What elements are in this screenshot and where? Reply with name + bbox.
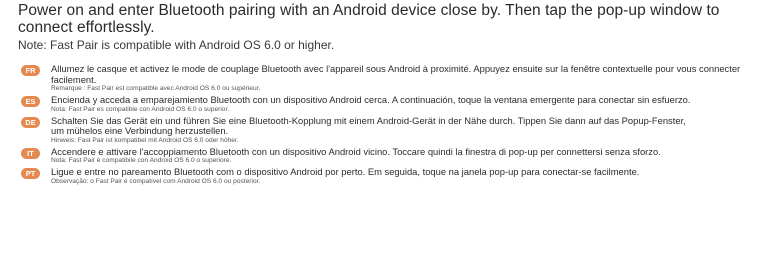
note-text-it: Nota: Fast Pair è compatibile con Androi… [51,157,232,164]
language-block-de: DE Schalten Sie das Gerät ein und führen… [18,114,696,145]
language-badge-de: DE [21,116,40,128]
instruction-text-fr: Allumez le casque et activez le mode de … [51,63,741,85]
instruction-page: Power on and enter Bluetooth pairing wit… [18,2,770,188]
language-badge-pt: PT [21,168,40,179]
language-block-it: IT Accendere e attivare l'accoppiamento … [18,145,686,166]
note-text-fr: Remarque : Fast Pair est compatible avec… [51,85,261,92]
language-badge-es: ES [21,96,40,107]
note-text-es: Nota: Fast Pair es compatible con Androi… [51,105,230,113]
note-text-de: Hinweis: Fast Pair ist kompatibel mit An… [51,136,239,144]
language-block-fr: FR Allumez le casque et activez le mode … [18,63,779,93]
instruction-text-it: Accendere e attivare l'accoppiamento Blu… [51,145,661,157]
instruction-text-es: Encienda y acceda a emparejamiento Bluet… [51,94,691,105]
language-badge-fr: FR [21,65,40,76]
compatibility-note: Note: Fast Pair is compatible with Andro… [18,38,335,52]
note-text-pt: Observação: o Fast Pair é compatível com… [51,177,261,185]
language-block-es: ES Encienda y acceda a emparejamiento Bl… [18,94,779,114]
instruction-text-pt: Ligue e entre no pareamento Bluetooth co… [51,166,640,177]
instruction-text-de: Schalten Sie das Gerät ein und führen Si… [51,114,686,136]
language-block-pt: PT Ligue e entre no pareamento Bluetooth… [18,166,726,186]
main-instruction: Power on and enter Bluetooth pairing wit… [18,2,720,36]
language-badge-it: IT [21,147,40,159]
